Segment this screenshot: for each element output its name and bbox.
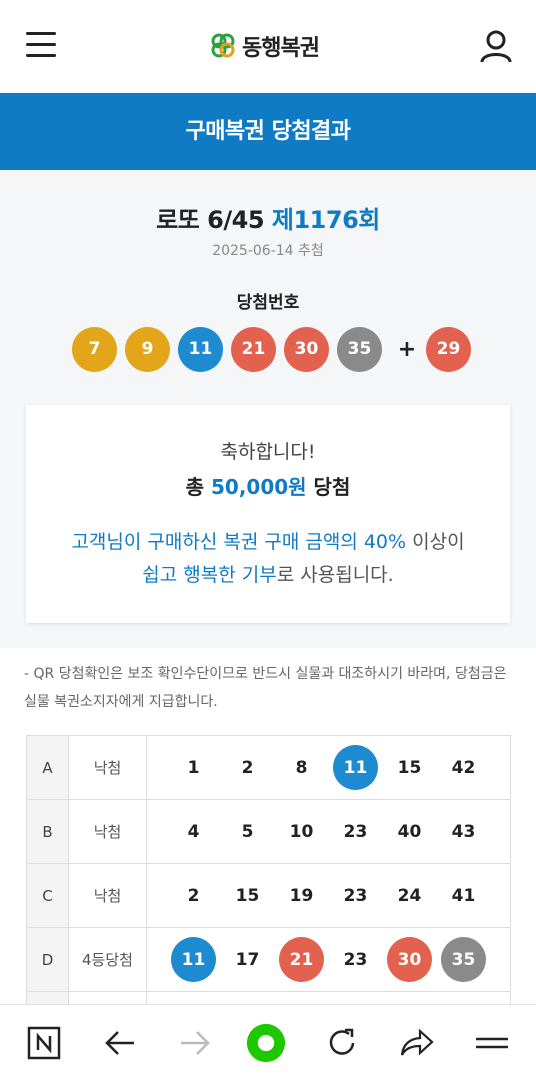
ticket-number: 42 — [451, 757, 476, 778]
browser-nav-bar — [0, 1004, 536, 1079]
ticket-number: 17 — [235, 949, 260, 970]
result-area: 로또 6/45 제1176회 2025-06-14 추첨 당첨번호 7 9 11… — [0, 170, 536, 648]
donation-gray-1: 이상이 — [406, 531, 465, 553]
ticket-number-matched: 11 — [333, 745, 378, 790]
ticket-number: 43 — [451, 821, 476, 842]
prize-amount-line: 총 50,000원 당첨 — [26, 471, 510, 500]
ticket-numbers: 2 15 19 23 24 41 — [146, 863, 511, 928]
winning-ball: 35 — [337, 326, 382, 372]
bonus-ball: 29 — [426, 326, 471, 372]
ticket-number: 23 — [343, 885, 368, 906]
logo[interactable]: 동행복권 — [210, 30, 320, 62]
draw-round: 제1176회 — [271, 206, 380, 234]
forward-arrow-icon[interactable] — [175, 1023, 215, 1063]
table-row: B 낙첨 4 5 10 23 40 43 — [26, 799, 511, 864]
hamburger-menu-icon[interactable] — [26, 32, 56, 60]
ticket-number: 10 — [289, 821, 314, 842]
prize-suffix: 당첨 — [313, 475, 351, 499]
ticket-letter: C — [26, 863, 69, 928]
ticket-status: 낙첨 — [68, 863, 147, 928]
ticket-number: 5 — [241, 821, 254, 842]
ticket-numbers: 11 17 21 23 30 35 — [146, 927, 511, 992]
ticket-number: 41 — [451, 885, 476, 906]
ticket-number-matched: 30 — [387, 937, 432, 982]
ticket-number: 4 — [187, 821, 200, 842]
ticket-number: 23 — [343, 949, 368, 970]
winning-ball: 9 — [125, 326, 170, 372]
winning-ball: 21 — [231, 326, 276, 372]
ticket-number: 8 — [295, 757, 308, 778]
winning-numbers: 7 9 11 21 30 35 + 29 — [72, 326, 479, 372]
table-row: D 4등당첨 11 17 21 23 30 35 — [26, 927, 511, 992]
page-title-banner: 구매복권 당첨결과 — [0, 93, 536, 170]
winning-ball: 30 — [284, 326, 329, 372]
logo-text: 동행복권 — [242, 36, 320, 61]
ticket-number-matched: 21 — [279, 937, 324, 982]
prize-amount: 50,000원 — [211, 475, 307, 499]
donation-message-line2: 쉽고 행복한 기부로 사용됩니다. — [26, 560, 510, 587]
ticket-number: 1 — [187, 757, 200, 778]
ticket-number: 40 — [397, 821, 422, 842]
ticket-numbers: 4 5 10 23 40 43 — [146, 799, 511, 864]
donation-message-line1: 고객님이 구매하신 복권 구매 금액의 40% 이상이 — [26, 527, 510, 554]
ticket-number: 15 — [397, 757, 422, 778]
ticket-letter: A — [26, 735, 69, 800]
donation-gray-2: 로 사용됩니다. — [276, 564, 394, 586]
ticket-letter: B — [26, 799, 69, 864]
top-bar: 동행복권 — [0, 0, 536, 93]
game-name: 로또 6/45 — [156, 206, 265, 234]
plus-sign: + — [397, 336, 417, 362]
ticket-status: 낙첨 — [68, 799, 147, 864]
ticket-numbers: 1 2 8 11 15 42 — [146, 735, 511, 800]
refresh-icon[interactable] — [322, 1023, 362, 1063]
donation-blue-2: 쉽고 행복한 기부 — [142, 564, 277, 586]
congrats-message: 축하합니다! — [220, 441, 316, 463]
congrats-card: 축하합니다! 총 50,000원 당첨 고객님이 구매하신 복권 구매 금액의 … — [26, 405, 510, 623]
clover-logo-icon — [211, 33, 235, 58]
ticket-number: 19 — [289, 885, 314, 906]
draw-date: 2025-06-14 추첨 — [212, 243, 324, 259]
ticket-number: 23 — [343, 821, 368, 842]
donation-blue-1: 고객님이 구매하신 복권 구매 금액의 40% — [71, 531, 407, 553]
winning-ball: 7 — [72, 326, 117, 372]
draw-title: 로또 6/45 제1176회 — [0, 200, 536, 235]
table-row: C 낙첨 2 15 19 23 24 41 — [26, 863, 511, 928]
ticket-letter: D — [26, 927, 69, 992]
ticket-number-matched: 11 — [171, 937, 216, 982]
share-icon[interactable] — [397, 1023, 437, 1063]
back-arrow-icon[interactable] — [100, 1023, 140, 1063]
table-row: A 낙첨 1 2 8 11 15 42 — [26, 735, 511, 800]
ticket-number: 2 — [187, 885, 200, 906]
winning-ball: 11 — [178, 326, 223, 372]
user-icon[interactable] — [478, 28, 514, 64]
ticket-number-matched: 35 — [441, 937, 486, 982]
naver-home-icon[interactable] — [24, 1023, 64, 1063]
qr-notice: - QR 당첨확인은 보조 확인수단이므로 반드시 실물과 대조하시기 바라며,… — [24, 666, 507, 710]
ticket-number: 2 — [241, 757, 254, 778]
winning-numbers-label: 당첨번호 — [236, 293, 300, 313]
prize-prefix: 총 — [185, 475, 205, 499]
ticket-number: 15 — [235, 885, 260, 906]
more-menu-icon[interactable] — [472, 1023, 512, 1063]
ticket-status: 4등당첨 — [68, 927, 147, 992]
ticket-status: 낙첨 — [68, 735, 147, 800]
ticket-number: 24 — [397, 885, 422, 906]
naver-green-dot-icon[interactable] — [246, 1023, 286, 1063]
